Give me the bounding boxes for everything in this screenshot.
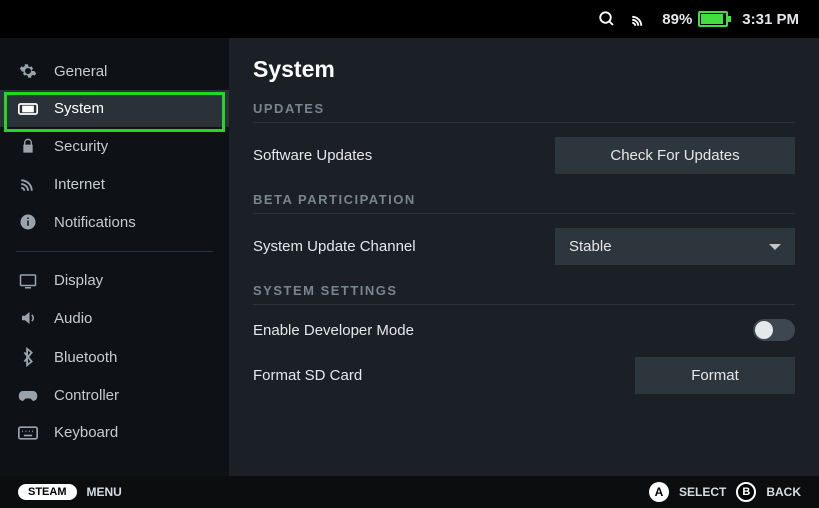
sidebar-item-security[interactable]: Security — [0, 127, 229, 165]
developer-mode-toggle[interactable] — [753, 319, 795, 341]
wifi-icon — [18, 175, 38, 193]
bluetooth-icon — [18, 347, 38, 367]
update-channel-value: Stable — [569, 238, 612, 255]
sidebar-item-controller[interactable]: Controller — [0, 377, 229, 414]
settings-sidebar: General System Security Internet Notific… — [0, 38, 229, 476]
b-button-icon: B — [736, 482, 756, 502]
sidebar-item-general[interactable]: General — [0, 52, 229, 90]
row-format-sd: Format SD Card Format — [253, 357, 795, 394]
sidebar-item-internet[interactable]: Internet — [0, 165, 229, 203]
speaker-icon — [18, 309, 38, 327]
gear-icon — [18, 62, 38, 80]
clock: 3:31 PM — [742, 11, 799, 28]
section-beta-header: BETA PARTICIPATION — [253, 192, 795, 214]
select-label: SELECT — [679, 485, 726, 499]
sidebar-item-keyboard[interactable]: Keyboard — [0, 414, 229, 451]
sidebar-item-label: Audio — [54, 310, 92, 327]
update-channel-select[interactable]: Stable — [555, 228, 795, 265]
footer-bar: STEAM MENU A SELECT B BACK — [0, 476, 819, 508]
update-channel-label: System Update Channel — [253, 238, 416, 255]
battery-status: 89% — [662, 11, 728, 28]
deck-icon — [18, 102, 38, 116]
developer-mode-label: Enable Developer Mode — [253, 322, 414, 339]
status-bar: 89% 3:31 PM — [0, 0, 819, 38]
row-update-channel: System Update Channel Stable — [253, 228, 795, 265]
battery-icon — [698, 11, 728, 27]
sidebar-item-audio[interactable]: Audio — [0, 299, 229, 337]
sidebar-item-system[interactable]: System — [0, 90, 229, 127]
sidebar-item-label: Controller — [54, 387, 119, 404]
sidebar-item-label: Bluetooth — [54, 349, 117, 366]
page-title: System — [253, 56, 795, 83]
info-icon — [18, 213, 38, 231]
format-sd-button[interactable]: Format — [635, 357, 795, 394]
display-icon — [18, 273, 38, 289]
sidebar-item-label: Internet — [54, 176, 105, 193]
check-updates-button[interactable]: Check For Updates — [555, 137, 795, 174]
sidebar-item-bluetooth[interactable]: Bluetooth — [0, 337, 229, 377]
row-developer-mode: Enable Developer Mode — [253, 319, 795, 341]
format-sd-label: Format SD Card — [253, 367, 362, 384]
battery-percent: 89% — [662, 11, 692, 28]
sidebar-item-label: Keyboard — [54, 424, 118, 441]
back-label: BACK — [766, 485, 801, 499]
row-software-updates: Software Updates Check For Updates — [253, 137, 795, 174]
a-button-icon: A — [649, 482, 669, 502]
content-pane: System UPDATES Software Updates Check Fo… — [229, 38, 819, 476]
section-updates-header: UPDATES — [253, 101, 795, 123]
software-updates-label: Software Updates — [253, 147, 372, 164]
search-icon[interactable] — [598, 10, 616, 28]
sidebar-item-label: Security — [54, 138, 108, 155]
sidebar-item-label: General — [54, 63, 107, 80]
sidebar-item-display[interactable]: Display — [0, 262, 229, 299]
lock-icon — [18, 137, 38, 155]
cast-icon[interactable] — [630, 10, 648, 28]
sidebar-item-label: Notifications — [54, 214, 136, 231]
sidebar-item-label: Display — [54, 272, 103, 289]
steam-button[interactable]: STEAM — [18, 484, 77, 500]
menu-label: MENU — [87, 485, 122, 499]
sidebar-item-label: System — [54, 100, 104, 117]
section-system-settings-header: SYSTEM SETTINGS — [253, 283, 795, 305]
chevron-down-icon — [769, 244, 781, 250]
sidebar-divider — [16, 251, 213, 252]
controller-icon — [18, 389, 38, 403]
keyboard-icon — [18, 426, 38, 440]
sidebar-item-notifications[interactable]: Notifications — [0, 203, 229, 241]
